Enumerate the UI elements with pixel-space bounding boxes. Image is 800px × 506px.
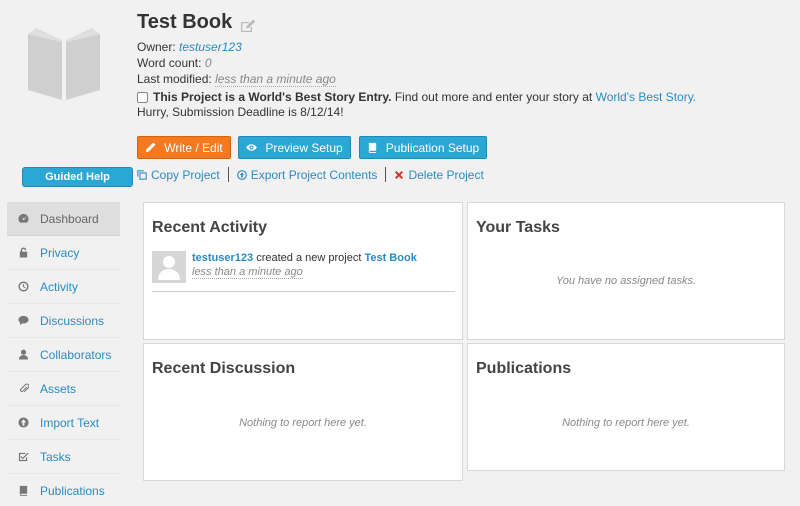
preview-setup-label: Preview Setup [265,140,343,155]
publications-panel: Publications Nothing to report here yet. [467,343,785,471]
sidebar-item-label: Tasks [40,449,71,464]
panel-title: Recent Discussion [152,360,296,377]
sidebar-item-label: Assets [40,381,77,396]
recent-activity-panel: Recent Activity testuser123 created a ne… [143,202,463,340]
panel-title: Publications [476,360,572,377]
sidebar-item-label: Import Text [40,415,100,430]
lock-icon [16,246,30,260]
user-avatar-icon [158,256,180,280]
sidebar-item-collaborators[interactable]: Collaborators [7,338,120,372]
sidebar-item-activity[interactable]: Activity [7,270,120,304]
sidebar-item-label: Dashboard [40,211,99,226]
sidebar-item-label: Activity [40,279,79,294]
project-meta: Owner: testuser123 Word count: 0 Last mo… [137,39,336,87]
divider [385,167,387,182]
activity-time: less than a minute ago [192,266,303,279]
preview-setup-button[interactable]: Preview Setup [238,136,351,159]
owner-link[interactable]: testuser123 [179,40,242,54]
sidebar-item-tasks[interactable]: Tasks [7,440,120,474]
activity-item: testuser123 created a new project Test B… [152,251,455,292]
export-project-link[interactable]: Export Project Contents [236,167,378,182]
write-edit-label: Write / Edit [164,140,223,155]
panel-title: Your Tasks [476,219,560,236]
contest-link[interactable]: World's Best Story. [596,90,697,104]
export-icon [236,169,247,180]
empty-message: Nothing to report here yet. [239,417,367,429]
project-title-row: Test Book [137,11,256,34]
page-title: Test Book [137,11,233,33]
book-icon [368,142,376,153]
export-project-label: Export Project Contents [250,167,378,182]
contest-text: Find out more and enter your story at [391,90,596,104]
clock-icon [16,280,30,294]
empty-message: Nothing to report here yet. [562,417,690,429]
activity-text: testuser123 created a new project Test B… [192,251,417,266]
comment-icon [16,314,30,328]
sidebar-item-assets[interactable]: Assets [7,372,120,406]
sidebar-item-label: Collaborators [40,347,112,362]
guided-help-button[interactable]: Guided Help [22,167,133,187]
contest-checkbox[interactable] [137,91,148,103]
last-modified-value: less than a minute ago [215,72,336,87]
copy-icon [137,169,147,180]
upload-icon [16,416,30,430]
panel-title: Recent Activity [152,219,267,236]
book-icon [16,484,30,498]
avatar [152,251,186,283]
paperclip-icon [16,382,30,396]
edit-icon[interactable] [240,16,256,32]
user-icon [16,348,30,362]
checkbox-icon [16,450,30,464]
delete-project-label: Delete Project [408,167,484,182]
sidebar-item-publications[interactable]: Publications [7,474,120,506]
copy-project-label: Copy Project [151,167,220,182]
contest-bold-text: This Project is a World's Best Story Ent… [153,90,392,104]
contest-entry: This Project is a World's Best Story Ent… [137,90,696,104]
sidebar-item-label: Publications [40,483,105,498]
sidebar-item-privacy[interactable]: Privacy [7,236,120,270]
word-count-label: Word count: [137,56,202,70]
write-edit-button[interactable]: Write / Edit [137,136,231,159]
activity-user-link[interactable]: testuser123 [192,252,253,264]
copy-project-link[interactable]: Copy Project [137,168,220,182]
owner-label: Owner: [137,40,176,54]
pencil-icon [146,142,156,153]
sidebar-item-import-text[interactable]: Import Text [7,406,120,440]
sidebar-nav: Dashboard Privacy Activity Discussions C… [7,202,120,506]
delete-project-link[interactable]: Delete Project [394,167,484,182]
publication-setup-label: Publication Setup [385,140,480,155]
word-count-value: 0 [204,56,212,70]
sidebar-item-label: Discussions [40,313,105,328]
sidebar-item-dashboard[interactable]: Dashboard [7,202,120,236]
activity-action: created a new project [253,252,365,264]
sidebar-item-label: Privacy [40,245,80,260]
project-actions: Copy Project Export Project Contents Del… [137,167,484,182]
eye-icon [246,144,258,151]
publication-setup-button[interactable]: Publication Setup [359,136,487,159]
delete-x-icon [395,170,404,179]
your-tasks-panel: Your Tasks You have no assigned tasks. [467,202,785,340]
recent-discussion-panel: Recent Discussion Nothing to report here… [143,343,463,481]
sidebar-item-discussions[interactable]: Discussions [7,304,120,338]
last-modified-label: Last modified: [137,72,212,86]
book-cover-icon [24,24,104,104]
activity-project-link[interactable]: Test Book [364,252,416,264]
deadline-text: Hurry, Submission Deadline is 8/12/14! [137,105,344,119]
dashboard-icon [16,212,30,226]
divider [227,167,229,182]
empty-message: You have no assigned tasks. [555,275,697,287]
